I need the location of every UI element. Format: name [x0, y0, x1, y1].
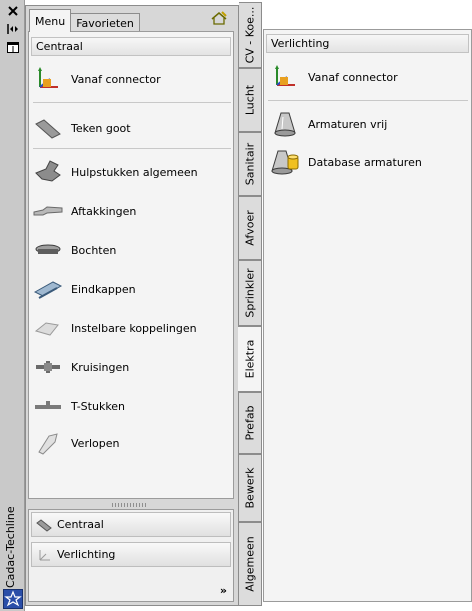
separator	[268, 100, 468, 101]
menu-item-label: Vanaf connector	[71, 72, 161, 86]
menu-item-label: T-Stukken	[71, 399, 126, 413]
section-header-verlichting: Verlichting	[266, 34, 469, 53]
luminaire-database-icon	[270, 148, 300, 176]
menu-item-label: Teken goot	[71, 121, 131, 135]
menu-item-label: Eindkappen	[71, 282, 136, 296]
vtab-label: CV - Koe...	[243, 6, 257, 64]
submenu-item-label: Vanaf connector	[308, 70, 398, 84]
more-chevron-icon[interactable]: »	[220, 584, 227, 597]
vtab-label: Sprinkler	[243, 268, 257, 318]
vtab-prefab[interactable]: Prefab	[239, 392, 262, 454]
quick-button-verlichting[interactable]: Verlichting	[31, 542, 231, 567]
panel-splitter[interactable]	[112, 503, 148, 507]
crossing-icon	[33, 353, 63, 381]
tee-piece-icon	[33, 392, 63, 420]
vtab-sanitair[interactable]: Sanitair	[239, 132, 262, 196]
bottom-quick-panel: Centraal Verlichting »	[28, 509, 234, 602]
menu-item-verlopen[interactable]: Verlopen	[33, 428, 119, 458]
menu-item-t-stukken[interactable]: T-Stukken	[33, 391, 125, 421]
menu-item-bochten[interactable]: Bochten	[33, 235, 116, 265]
vtab-algemeen[interactable]: Algemeen	[239, 522, 262, 606]
vtab-label: Bewerk	[243, 467, 257, 509]
vtab-label: Lucht	[243, 84, 257, 116]
menu-item-label: Aftakkingen	[71, 204, 137, 218]
connector-axis-icon	[33, 65, 63, 93]
menu-item-instelbare-koppelingen[interactable]: Instelbare koppelingen	[33, 313, 197, 343]
vtab-bewerk[interactable]: Bewerk	[239, 454, 262, 522]
house-help-icon[interactable]	[210, 10, 228, 26]
end-cap-icon	[33, 275, 63, 303]
bend-icon	[33, 236, 63, 264]
quick-button-label: Centraal	[57, 518, 104, 531]
separator	[33, 148, 231, 149]
menu-item-eindkappen[interactable]: Eindkappen	[33, 274, 136, 304]
vtab-label: Algemeen	[243, 536, 257, 592]
vtab-label: Afvoer	[243, 210, 257, 246]
submenu-item-vanaf-connector[interactable]: Vanaf connector	[270, 62, 398, 92]
section-header-centraal: Centraal	[31, 37, 231, 56]
vtab-label: Elektra	[243, 339, 256, 379]
menu-content: Centraal Vanaf connector Teken goot Hulp…	[28, 31, 234, 499]
fittings-general-icon	[33, 158, 63, 186]
submenu-item-label: Armaturen vrij	[308, 117, 388, 131]
cable-tray-icon	[33, 114, 63, 142]
cadac-logo-icon	[3, 589, 23, 609]
separator	[33, 102, 231, 103]
connector-axis-icon	[36, 547, 52, 563]
tab-favorieten[interactable]: Favorieten	[70, 13, 140, 32]
properties-icon[interactable]	[5, 40, 20, 54]
tool-palette-panel: Menu Favorieten Centraal Vanaf connector…	[25, 5, 239, 606]
submenu-panel-verlichting: Verlichting Vanaf connector Armaturen vr…	[263, 29, 472, 602]
quick-button-centraal[interactable]: Centraal	[31, 512, 231, 537]
connector-axis-icon	[270, 63, 300, 91]
vtab-afvoer[interactable]: Afvoer	[239, 196, 262, 260]
menu-item-label: Kruisingen	[71, 360, 130, 374]
reducer-icon	[33, 429, 63, 457]
cable-tray-icon	[36, 517, 52, 533]
close-icon[interactable]	[5, 4, 20, 18]
luminaire-icon	[270, 110, 300, 138]
menu-item-label: Bochten	[71, 243, 117, 257]
menu-item-label: Verlopen	[71, 436, 120, 450]
vtab-cv-koeling[interactable]: CV - Koe...	[239, 2, 262, 68]
palette-tabs: Menu Favorieten	[29, 8, 140, 32]
quick-button-label: Verlichting	[57, 548, 116, 561]
menu-item-label: Instelbare koppelingen	[71, 321, 197, 335]
branch-icon	[33, 197, 63, 225]
menu-item-teken-goot[interactable]: Teken goot	[33, 113, 131, 143]
submenu-item-label: Database armaturen	[308, 155, 422, 169]
palette-title: Cadac-Techline	[4, 506, 17, 588]
vtab-sprinkler[interactable]: Sprinkler	[239, 260, 262, 326]
vtab-label: Prefab	[243, 405, 257, 441]
tab-menu[interactable]: Menu	[29, 9, 72, 32]
menu-item-aftakkingen[interactable]: Aftakkingen	[33, 196, 136, 226]
palette-title-strip: Cadac-Techline	[0, 0, 25, 611]
submenu-item-armaturen-vrij[interactable]: Armaturen vrij	[270, 109, 387, 139]
vtab-label: Sanitair	[243, 142, 257, 186]
menu-item-label: Hulpstukken algemeen	[71, 165, 198, 179]
submenu-item-database-armaturen[interactable]: Database armaturen	[270, 147, 422, 177]
vtab-lucht[interactable]: Lucht	[239, 68, 262, 132]
adjustable-coupling-icon	[33, 314, 63, 342]
menu-item-hulpstukken-algemeen[interactable]: Hulpstukken algemeen	[33, 157, 198, 187]
vertical-category-tabs: CV - Koe... Lucht Sanitair Afvoer Sprink…	[238, 0, 263, 611]
menu-item-vanaf-connector[interactable]: Vanaf connector	[33, 64, 161, 94]
vtab-elektra[interactable]: Elektra	[238, 326, 262, 392]
autohide-icon[interactable]	[5, 22, 20, 36]
menu-item-kruisingen[interactable]: Kruisingen	[33, 352, 129, 382]
